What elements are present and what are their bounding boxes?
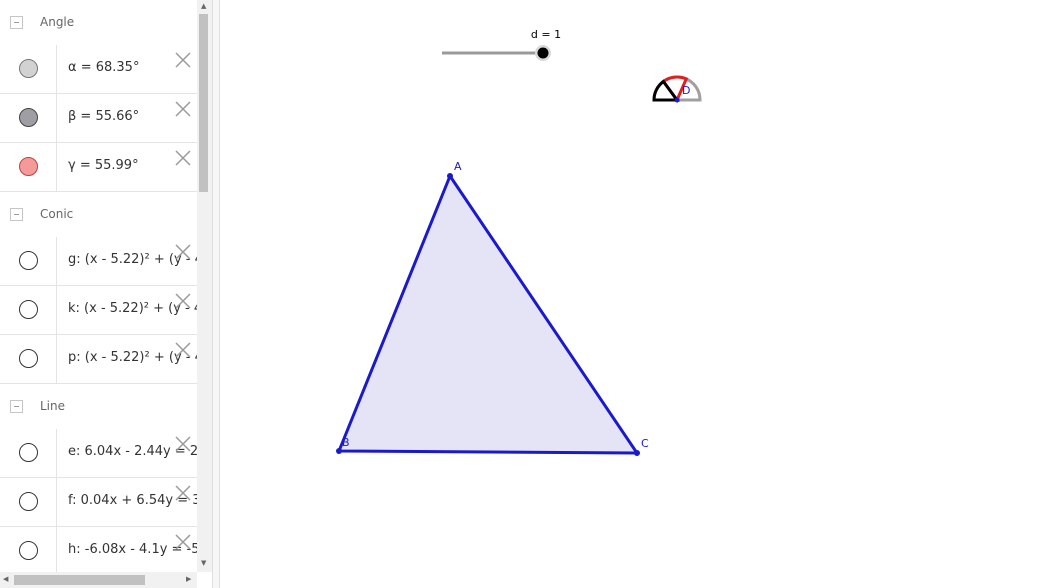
marble-cell xyxy=(0,286,57,334)
algebra-row-e[interactable]: e: 6.04x - 2.44y = 20. xyxy=(0,429,197,478)
algebra-row-f[interactable]: f: 0.04x + 6.54y = 30 xyxy=(0,478,197,527)
collapse-icon[interactable] xyxy=(10,400,23,413)
expression-text[interactable]: β = 55.66° xyxy=(68,109,139,124)
graphics-view[interactable]: d = 1 D A B C xyxy=(220,0,1040,588)
label-D: D xyxy=(682,84,690,97)
group-header-conic[interactable]: Conic xyxy=(0,192,197,238)
close-icon[interactable] xyxy=(174,149,192,167)
horizontal-scrollbar[interactable]: ◀ ▶ xyxy=(0,572,197,588)
marble-cell xyxy=(0,478,57,526)
point-A[interactable] xyxy=(447,173,453,179)
algebra-row-gamma[interactable]: γ = 55.99° xyxy=(0,143,197,192)
point-C[interactable] xyxy=(634,450,640,456)
group-title: Angle xyxy=(40,15,75,29)
visibility-toggle[interactable] xyxy=(19,157,38,176)
label-C: C xyxy=(641,437,649,450)
scroll-down-icon[interactable]: ▼ xyxy=(201,560,206,567)
marble-cell xyxy=(0,143,57,191)
scroll-right-icon[interactable]: ▶ xyxy=(186,576,191,583)
black-sector xyxy=(652,79,680,102)
group-title: Conic xyxy=(40,207,74,221)
visibility-toggle[interactable] xyxy=(19,108,38,127)
close-icon[interactable] xyxy=(174,100,192,118)
triangle-polygon[interactable] xyxy=(337,174,639,455)
horizontal-scroll-thumb[interactable] xyxy=(14,575,145,585)
group-header-angle[interactable]: Angle xyxy=(0,0,197,46)
algebra-row-p[interactable]: p: (x - 5.22)² + (y - 4 xyxy=(0,335,197,384)
marble-cell xyxy=(0,94,57,142)
close-icon[interactable] xyxy=(174,484,192,502)
visibility-toggle[interactable] xyxy=(19,300,38,319)
slider-handle[interactable] xyxy=(537,47,549,59)
visibility-toggle[interactable] xyxy=(19,251,38,270)
slider-d[interactable]: d = 1 xyxy=(442,28,561,61)
close-icon[interactable] xyxy=(174,51,192,69)
expression-text[interactable]: γ = 55.99° xyxy=(68,158,139,173)
collapse-icon[interactable] xyxy=(10,208,23,221)
group-header-line[interactable]: Line xyxy=(0,384,197,430)
label-B: B xyxy=(342,436,350,449)
algebra-row-k[interactable]: k: (x - 5.22)² + (y - 4 xyxy=(0,286,197,335)
marble-cell xyxy=(0,45,57,93)
close-icon[interactable] xyxy=(174,243,192,261)
marble-cell xyxy=(0,429,57,477)
marble-cell xyxy=(0,527,57,572)
marble-cell xyxy=(0,335,57,383)
collapse-icon[interactable] xyxy=(10,16,23,29)
angle-indicator[interactable]: D xyxy=(652,75,702,103)
vertical-scrollbar[interactable]: ▲ ▼ xyxy=(197,0,212,572)
algebra-row-g[interactable]: g: (x - 5.22)² + (y - 4 xyxy=(0,237,197,286)
vertical-scroll-thumb[interactable] xyxy=(199,14,208,192)
close-icon[interactable] xyxy=(174,435,192,453)
close-icon[interactable] xyxy=(174,533,192,551)
visibility-toggle[interactable] xyxy=(19,492,38,511)
algebra-row-alpha[interactable]: α = 68.35° xyxy=(0,45,197,94)
visibility-toggle[interactable] xyxy=(19,59,38,78)
point-D[interactable] xyxy=(674,97,680,103)
visibility-toggle[interactable] xyxy=(19,541,38,560)
algebra-view: Angle α = 68.35° β = 55.66° γ = 55.99° C… xyxy=(0,0,197,572)
label-A: A xyxy=(454,160,462,173)
triangle-ABC[interactable]: A B C xyxy=(336,160,649,456)
close-icon[interactable] xyxy=(174,292,192,310)
panel-divider[interactable] xyxy=(212,0,220,588)
scroll-up-icon[interactable]: ▲ xyxy=(201,3,206,10)
scroll-left-icon[interactable]: ◀ xyxy=(3,576,8,583)
slider-label: d = 1 xyxy=(531,28,561,41)
marble-cell xyxy=(0,237,57,285)
expression-text[interactable]: α = 68.35° xyxy=(68,60,139,75)
visibility-toggle[interactable] xyxy=(19,443,38,462)
group-title: Line xyxy=(40,399,66,413)
close-icon[interactable] xyxy=(174,341,192,359)
visibility-toggle[interactable] xyxy=(19,349,38,368)
algebra-row-h[interactable]: h: -6.08x - 4.1y = -50 xyxy=(0,527,197,572)
algebra-row-beta[interactable]: β = 55.66° xyxy=(0,94,197,143)
